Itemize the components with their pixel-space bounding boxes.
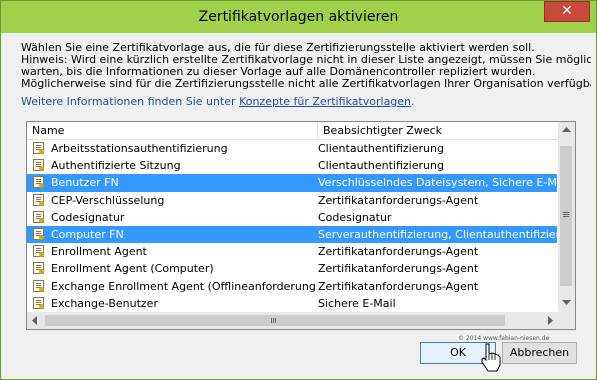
- list-item[interactable]: Codesignatur Codesignatur: [27, 209, 559, 226]
- scroll-up-arrow-icon[interactable]: [562, 127, 571, 133]
- list-item[interactable]: Enrollment Agent (Computer) Zertifikatanf…: [27, 260, 559, 277]
- cancel-button[interactable]: Abbrechen: [502, 342, 577, 364]
- template-purpose: Zertifikatanforderungs-Agent: [318, 193, 479, 207]
- list-header: Name Beabsichtigter Zweck: [27, 122, 559, 140]
- template-name: Exchange Enrollment Agent (Offlineanford…: [51, 279, 315, 293]
- horizontal-scroll-thumb[interactable]: [45, 315, 505, 326]
- list-item[interactable]: Benutzer FN Verschlüsselndes Dateisystem,…: [27, 174, 559, 192]
- certificate-template-icon: [33, 159, 44, 172]
- vertical-scrollbar[interactable]: [557, 122, 575, 312]
- close-button[interactable]: ✕: [544, 1, 590, 22]
- info-suffix: .: [411, 95, 415, 108]
- list-item[interactable]: Exchange-Benutzer Sichere E-Mail: [27, 295, 559, 312]
- template-name: Benutzer FN: [51, 176, 119, 190]
- list-item[interactable]: Computer FN Serverauthentifizierung, Clie…: [27, 225, 559, 244]
- certificate-template-icon: [33, 279, 44, 292]
- close-icon: ✕: [561, 3, 573, 19]
- mouse-pointer-icon: [481, 343, 501, 372]
- column-header-name[interactable]: Name: [27, 122, 318, 139]
- list-item[interactable]: Exchange Enrollment Agent (Offlineanford…: [27, 278, 559, 295]
- info-prefix: Weitere Informationen finden Sie unter: [21, 95, 240, 108]
- info-line: Weitere Informationen finden Sie unter K…: [21, 95, 415, 108]
- certificate-template-icon: [33, 193, 44, 206]
- template-name: Codesignatur: [51, 210, 125, 224]
- template-name: CEP-Verschlüsselung: [51, 193, 165, 207]
- certificate-template-icon: [33, 142, 44, 154]
- template-purpose: Clientauthentifizierung: [318, 159, 444, 173]
- template-name: Enrollment Agent: [51, 245, 147, 259]
- scroll-right-arrow-icon[interactable]: [548, 316, 554, 325]
- template-purpose: Codesignatur: [318, 210, 392, 224]
- template-purpose: Serverauthentifizierung, Clientauthentif…: [318, 227, 559, 241]
- title-bar[interactable]: Zertifikatvorlagen aktivieren ✕: [1, 1, 596, 33]
- description-line: warten, bis die Informationen zu dieser …: [21, 66, 536, 78]
- dialog-title: Zertifikatvorlagen aktivieren: [198, 9, 399, 25]
- template-purpose: Zertifikatanforderungs-Agent: [318, 262, 479, 276]
- list-item[interactable]: Authentifizierte Sitzung Clientauthentifi…: [27, 157, 559, 174]
- template-name: Computer FN: [51, 227, 124, 241]
- list-item[interactable]: Enrollment Agent Zertifikatanforderungs-A…: [27, 243, 559, 260]
- concepts-link[interactable]: Konzepte für Zertifikatvorlagen: [239, 95, 411, 108]
- certificate-template-icon: [33, 245, 44, 258]
- certificate-template-icon: [33, 176, 44, 189]
- description-line: Möglicherweise sind für die Zertifizieru…: [21, 78, 591, 90]
- template-name: Exchange-Benutzer: [51, 296, 158, 310]
- template-name: Authentifizierte Sitzung: [51, 159, 181, 173]
- column-header-purpose[interactable]: Beabsichtigter Zweck: [318, 122, 559, 139]
- list-item[interactable]: CEP-Verschlüsselung Zertifikatanforderung…: [27, 192, 559, 209]
- template-name: Arbeitsstationsauthentifizierung: [51, 142, 228, 155]
- description-text: Wählen Sie eine Zertifikatvorlage aus, d…: [21, 42, 591, 90]
- description-line: Wählen Sie eine Zertifikatvorlage aus, d…: [21, 42, 535, 54]
- description-line: Hinweis: Wird eine kürzlich erstellte Ze…: [21, 54, 591, 66]
- horizontal-scrollbar[interactable]: [27, 311, 559, 329]
- list-item[interactable]: Arbeitsstationsauthentifizierung Clientau…: [27, 140, 559, 157]
- scroll-left-arrow-icon[interactable]: [32, 316, 38, 325]
- template-purpose: Zertifikatanforderungs-Agent: [318, 245, 479, 259]
- scrollbar-corner: [558, 312, 575, 329]
- vertical-scroll-thumb[interactable]: [560, 146, 572, 286]
- scroll-grip-icon: [563, 212, 569, 213]
- watermark: © 2014 www.fabian-niesen.de: [458, 335, 550, 342]
- certificate-template-icon: [33, 227, 44, 240]
- dialog-window: Zertifikatvorlagen aktivieren ✕ Wählen S…: [0, 0, 597, 380]
- list-rows: Arbeitsstationsauthentifizierung Clientau…: [27, 140, 559, 312]
- template-purpose: Sichere E-Mail: [318, 296, 396, 310]
- template-list[interactable]: Name Beabsichtigter Zweck Arbeitsstation…: [26, 121, 576, 330]
- scroll-grip-icon: [271, 318, 272, 323]
- certificate-template-icon: [33, 262, 44, 275]
- scroll-down-arrow-icon[interactable]: [562, 300, 571, 306]
- template-purpose: Clientauthentifizierung: [318, 142, 444, 155]
- template-name: Enrollment Agent (Computer): [51, 262, 214, 276]
- template-purpose: Zertifikatanforderungs-Agent: [318, 279, 479, 293]
- dialog-client-area: Wählen Sie eine Zertifikatvorlage aus, d…: [9, 33, 591, 372]
- certificate-template-icon: [33, 296, 44, 309]
- template-purpose: Verschlüsselndes Dateisystem, Sichere E-…: [318, 176, 559, 190]
- certificate-template-icon: [33, 210, 44, 223]
